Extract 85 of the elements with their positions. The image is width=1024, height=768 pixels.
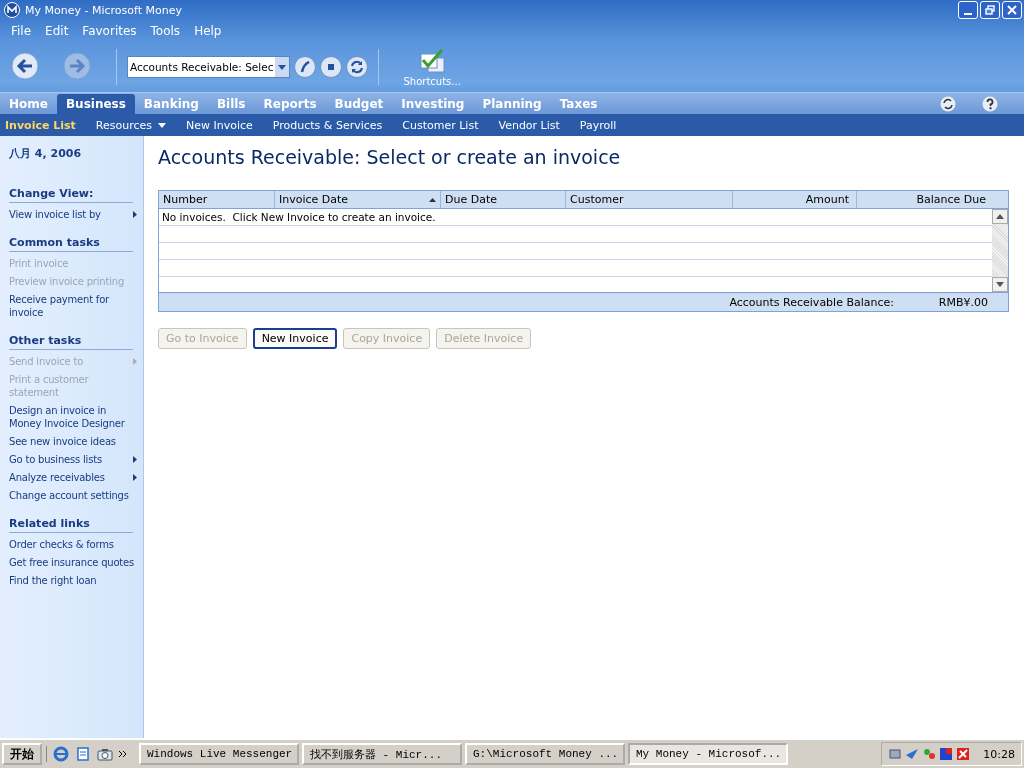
stop-icon [326,62,337,72]
address-combo[interactable]: Accounts Receivable: Selec [127,56,291,78]
camera-icon[interactable] [97,746,113,762]
dropdown-arrow-icon[interactable] [278,64,287,70]
help-icon[interactable] [982,95,998,112]
go-button[interactable] [294,56,317,78]
menu-item[interactable]: Edit [38,24,76,38]
sidebar-link[interactable]: Order checks & forms [9,538,114,551]
nav-tab[interactable]: Business [56,94,135,114]
menu-item[interactable]: Favorites [75,24,144,38]
sidebar-link[interactable]: Go to business lists [9,453,102,466]
scroll-down-icon[interactable] [996,282,1004,287]
browser-icon[interactable] [53,746,69,762]
sidebar-link[interactable]: See new invoice ideas [9,435,116,448]
column-label: Number [163,193,208,206]
menu-item[interactable]: Help [187,24,229,38]
balance-label: Accounts Receivable Balance: [729,295,894,309]
minimize-button[interactable] [958,1,978,19]
section-heading: Other tasks [9,334,133,350]
menu-item[interactable]: File [4,24,39,38]
scrollbar[interactable] [992,209,1008,292]
date-label: 八月 4, 2006 [9,146,83,161]
menu-item[interactable]: Tools [143,24,188,38]
sidebar-link[interactable]: Analyze receivables [9,471,105,484]
column-header[interactable]: Customer [566,191,733,208]
column-label: Invoice Date [279,193,349,206]
restore-button[interactable] [980,1,1000,19]
scroll-up-icon[interactable] [996,214,1004,219]
page-heading: Accounts Receivable: Select or create an invoice [158,146,622,168]
subnav-link[interactable]: Invoice List [5,118,76,132]
chevron-icon[interactable] [119,750,127,758]
start-button[interactable]: 开始 [2,743,42,765]
sidebar-link[interactable]: Change account settings [9,489,129,502]
refresh-icon [350,60,365,74]
subnav-link[interactable]: Products & Services [272,118,383,132]
refresh-icon[interactable] [940,95,956,112]
shield-icon[interactable] [956,747,971,761]
sidebar-link[interactable]: Receive payment for invoice [9,293,137,319]
submenu-arrow-icon[interactable] [133,456,137,463]
checkmark-icon [418,47,447,76]
taskbar-button[interactable]: Windows Live Messenger [139,743,299,765]
taskbar-button[interactable]: My Money - Microsof... [628,743,788,765]
subnav-link[interactable]: Customer List [402,118,479,132]
sidebar-link[interactable]: Find the right loan [9,574,97,587]
clock: 10:28 [983,747,1015,761]
column-label: Amount [805,193,849,206]
dropdown-arrow-icon[interactable] [158,122,166,128]
column-header[interactable]: Number [159,191,275,208]
sidebar-link[interactable]: View invoice list by [9,208,101,221]
column-header[interactable]: Balance Due [857,191,1008,208]
submenu-arrow-icon[interactable] [133,474,137,481]
stop-button[interactable] [320,56,343,78]
column-label: Balance Due [916,193,986,206]
taskbar-button[interactable]: G:\Microsoft Money ... [465,743,625,765]
action-button[interactable]: New Invoice [252,328,338,349]
subnav-link[interactable]: Resources [95,118,152,132]
app-logo-icon [4,2,20,18]
close-button[interactable] [1002,1,1022,19]
window-title: My Money - Microsoft Money [25,3,182,17]
subnav-link[interactable]: Vendor List [498,118,560,132]
refresh-button[interactable] [346,56,369,78]
sidebar-link[interactable]: Get free insurance quotes [9,556,135,569]
subnav-link[interactable]: New Invoice [186,118,253,132]
column-header[interactable]: Due Date [441,191,566,208]
back-button[interactable] [10,52,40,82]
balance-value: RMB¥.00 [937,295,988,309]
section-heading: Change View: [9,187,133,203]
subnav-link[interactable]: Payroll [579,118,617,132]
column-label: Customer [570,193,624,206]
minimize-icon [964,12,972,15]
column-label: Due Date [445,193,497,206]
document-icon[interactable] [75,746,91,762]
taskbar-button[interactable]: 找不到服务器 - Micr... [302,743,462,765]
empty-message: No invoices. Click New Invoice to create an invoice. [161,211,436,223]
section-heading: Related links [9,517,133,533]
restore-icon [985,5,995,15]
close-icon [1007,5,1017,15]
column-header[interactable]: Invoice Date [275,191,441,208]
submenu-arrow-icon[interactable] [133,211,137,218]
people-icon[interactable] [922,747,937,761]
sidebar-link[interactable]: Design an invoice in Money Invoice Designer [9,404,137,430]
column-header[interactable]: Amount [733,191,857,208]
flag-icon[interactable] [939,747,954,761]
section-heading: Common tasks [9,236,133,252]
curve-icon [299,61,312,73]
